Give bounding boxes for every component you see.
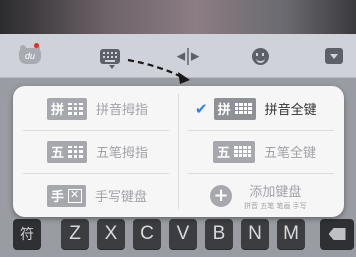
option-label: 手写键盘 [95, 190, 148, 205]
key-m[interactable]: M [277, 219, 305, 249]
option-label: 五笔拇指 [96, 146, 149, 161]
option-pinyin-full[interactable]: ✔ 拼 拼音全键 [195, 87, 317, 130]
checkmark-icon: ✔ [195, 99, 208, 118]
logo-button[interactable]: du [10, 34, 50, 78]
key-z[interactable]: Z [61, 219, 89, 249]
keyboard-switch-button[interactable] [90, 34, 130, 78]
bear-logo-icon: du [19, 45, 41, 64]
badge-text: 拼 [217, 103, 231, 118]
badge-text: 拼 [51, 103, 65, 118]
hide-keyboard-button[interactable] [316, 34, 352, 78]
option-label: 拼音全键 [264, 103, 317, 118]
option-handwriting[interactable]: 手 手写键盘 [47, 174, 147, 217]
add-icon: + [210, 184, 232, 207]
option-label: 拼音拇指 [96, 103, 149, 118]
wubi-full-keyboard-icon: 五 [213, 140, 256, 163]
keyboard-toolbar: du ◂|▸ [0, 34, 356, 78]
pinyin-full-keyboard-icon: 拼 [213, 97, 256, 120]
option-pinyin-thumb[interactable]: 拼 拼音拇指 [47, 87, 148, 130]
cursor-move-button[interactable]: ◂|▸ [168, 34, 208, 78]
panel-divider [178, 94, 179, 209]
handwriting-icon: 手 [47, 184, 87, 207]
key-c[interactable]: C [133, 219, 161, 249]
logo-text: du [24, 51, 35, 61]
add-keyboard-button[interactable]: + 添加键盘 拼音 五笔 笔画 手写 [210, 174, 307, 217]
emoji-icon [251, 47, 269, 65]
cursor-move-icon: ◂|▸ [176, 45, 200, 66]
key-n[interactable]: N [241, 219, 269, 249]
symbol-key[interactable]: 符 [13, 219, 41, 249]
option-wubi-thumb[interactable]: 五 五笔拇指 [47, 130, 148, 173]
badge-text: 五 [51, 146, 65, 161]
pinyin-nine-grid-icon: 拼 [47, 97, 88, 120]
add-keyboard-label: 添加键盘 [249, 184, 302, 200]
key-v[interactable]: V [169, 219, 197, 249]
hide-keyboard-icon [325, 48, 343, 64]
notification-dot [34, 43, 39, 48]
wubi-nine-grid-icon: 五 [47, 140, 88, 163]
badge-text: 五 [217, 146, 231, 161]
badge-text: 手 [51, 190, 65, 205]
backspace-icon [328, 228, 346, 240]
add-keyboard-subtitle: 拼音 五笔 笔画 手写 [244, 201, 307, 210]
keyboard-icon [100, 48, 120, 69]
option-wubi-full[interactable]: 五 五笔全键 [213, 130, 316, 173]
key-b[interactable]: B [205, 219, 233, 249]
background-blur [0, 0, 356, 34]
delete-key[interactable] [320, 219, 354, 249]
keyboard-switch-panel: 拼 拼音拇指 五 五笔拇指 手 手写键盘 ✔ 拼 拼音全键 五 五笔全键 [13, 86, 344, 217]
option-label: 五笔全键 [264, 146, 317, 161]
emoji-button[interactable] [240, 34, 280, 78]
key-x[interactable]: X [97, 219, 125, 249]
